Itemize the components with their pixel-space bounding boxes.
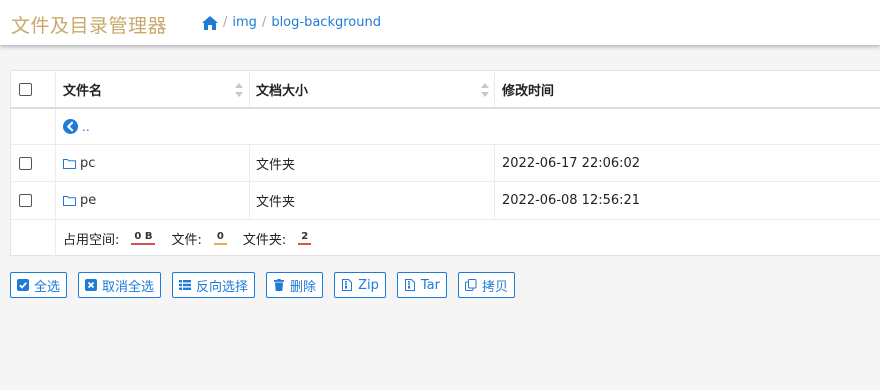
table-row: pe 文件夹 2022-06-08 12:56:21 — [11, 182, 880, 220]
deselect-all-label: 取消全选 — [102, 279, 155, 295]
breadcrumb-img-link[interactable]: img — [232, 15, 257, 30]
breadcrumb: / img / blog-background — [202, 15, 381, 30]
modified-time: 2022-06-08 12:56:21 — [502, 193, 641, 208]
tar-button[interactable]: Tar — [396, 272, 447, 298]
delete-label: 删除 — [290, 279, 317, 295]
breadcrumb-current-link[interactable]: blog-background — [271, 15, 381, 30]
home-icon[interactable] — [202, 15, 218, 30]
folder-icon — [63, 158, 76, 169]
file-archive-icon — [404, 279, 415, 291]
folders-label: 文件夹: — [242, 232, 287, 248]
space-badge: 0 B — [131, 231, 156, 245]
column-header-size[interactable]: 文档大小 — [256, 71, 308, 107]
row-checkbox[interactable] — [19, 194, 32, 207]
select-all-checkbox[interactable] — [19, 82, 32, 96]
invert-selection-button[interactable]: 反向选择 — [172, 272, 256, 298]
back-arrow-icon[interactable] — [63, 119, 78, 134]
file-size: 文件夹 — [256, 195, 296, 210]
trash-icon — [274, 279, 285, 291]
file-archive-icon — [342, 279, 353, 291]
file-size: 文件夹 — [256, 157, 296, 173]
row-checkbox[interactable] — [19, 156, 32, 170]
zip-button[interactable]: Zip — [334, 272, 386, 298]
table-row: pc 文件夹 2022-06-17 22:06:02 — [11, 145, 880, 182]
folder-link[interactable]: pc — [80, 156, 95, 171]
select-all-label: 全选 — [34, 279, 61, 295]
modified-time: 2022-06-17 22:06:02 — [502, 155, 641, 171]
copy-label: 拷贝 — [481, 279, 508, 295]
app-title[interactable]: 文件及目录管理器 — [11, 11, 167, 38]
space-label: 占用空间: — [63, 232, 120, 248]
files-badge: 0 — [213, 231, 227, 245]
deselect-all-button[interactable]: 取消全选 — [78, 272, 162, 298]
close-square-icon — [85, 279, 98, 291]
parent-directory-row[interactable]: .. — [11, 109, 880, 145]
breadcrumb-separator: / — [261, 15, 267, 30]
files-label: 文件: — [171, 232, 202, 248]
folders-badge: 2 — [298, 231, 312, 245]
zip-label: Zip — [358, 277, 379, 293]
copy-icon — [464, 279, 477, 291]
select-all-button[interactable]: 全选 — [10, 272, 68, 298]
sort-size-icon[interactable] — [481, 83, 489, 97]
column-header-name[interactable]: 文件名 — [63, 71, 102, 107]
invert-selection-label: 反向选择 — [196, 279, 249, 295]
parent-directory-link[interactable]: .. — [82, 120, 90, 134]
file-table: 文件名 文档大小 修改时间 .. pc 文件夹 2022-06-17 22:06… — [10, 70, 880, 256]
copy-button[interactable]: 拷贝 — [457, 272, 515, 298]
checkbox-checked-icon — [17, 279, 29, 291]
delete-button[interactable]: 删除 — [266, 272, 324, 298]
tar-label: Tar — [420, 277, 440, 293]
action-toolbar: 全选 取消全选 反向选择 删除 Zip Tar 拷贝 — [10, 272, 526, 298]
table-header-row: 文件名 文档大小 修改时间 — [11, 71, 880, 109]
table-footer-row: 占用空间: 0 B 文件: 0 文件夹: 2 — [11, 220, 880, 256]
column-header-modified[interactable]: 修改时间 — [502, 71, 554, 107]
sort-name-icon[interactable] — [235, 83, 243, 97]
top-bar: 文件及目录管理器 / img / blog-background — [0, 0, 880, 45]
folder-link[interactable]: pe — [80, 193, 96, 208]
breadcrumb-separator: / — [223, 15, 228, 30]
folder-icon — [63, 196, 76, 206]
list-icon — [179, 280, 192, 290]
